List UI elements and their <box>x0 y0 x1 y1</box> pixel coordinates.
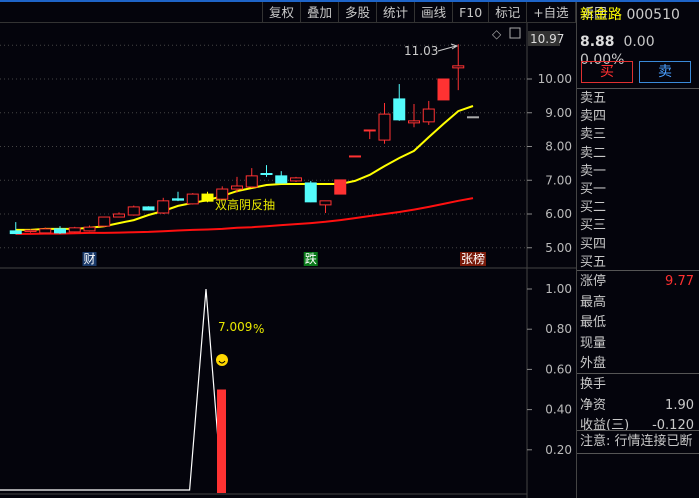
signal-text: 双高阴反抽 <box>215 197 275 212</box>
candle-body <box>39 228 52 234</box>
candle-body <box>437 78 450 101</box>
stat-row: 外盘 <box>580 355 699 373</box>
candle-body <box>304 182 317 203</box>
stock-change: 0.00 <box>623 34 655 50</box>
indicator-bar <box>217 389 226 493</box>
candle-body <box>393 98 406 121</box>
candle-body <box>319 200 332 206</box>
diamond-icon: ◇ <box>492 27 502 41</box>
candle-body <box>231 185 243 190</box>
indicator-tick-label: 0.40 <box>545 403 572 417</box>
orderbook-buy-1: 买一 <box>580 182 607 197</box>
candle-body <box>68 227 81 233</box>
price-tick-label: 9.00 <box>545 106 572 120</box>
candle-body <box>113 213 125 218</box>
orderbook-buy-3: 买三 <box>580 218 607 234</box>
stat-label: 最低 <box>580 315 607 330</box>
stat-label: 换手 <box>580 377 607 392</box>
panel-toggle-icon <box>509 27 521 39</box>
candle-body <box>9 230 22 235</box>
candle-body <box>201 193 214 202</box>
stock-price: 8.88 <box>580 34 615 50</box>
stat-row: 涨停 9.77 <box>580 273 699 291</box>
stat-row: 最高 <box>580 294 699 312</box>
candle-body <box>290 177 302 182</box>
marker-text: 财 <box>83 252 95 266</box>
candle-body <box>24 229 37 233</box>
indicator-tick-label: 0.80 <box>545 322 572 336</box>
candle-body <box>275 175 288 184</box>
stat-row: 最低 <box>580 314 699 332</box>
connection-notice: 注意: 行情连接已断 <box>580 434 693 449</box>
candle-body <box>349 155 361 158</box>
candle-body <box>452 65 465 69</box>
stat-row: 净资 1.90 <box>580 397 699 415</box>
candle-body <box>54 228 66 234</box>
orderbook-buy-2: 买二 <box>580 200 607 216</box>
candle-body <box>408 120 420 124</box>
stock-name: 新金路 <box>580 7 622 23</box>
current-price-label: 10.97 <box>530 32 564 46</box>
indicator-value: 7.009 <box>218 320 252 334</box>
kline-chart[interactable]: 10.00 9.00 8.00 7.00 6.00 5.00 10.97 ◇ 11.03 双高阴反… <box>0 0 577 498</box>
candle-body <box>172 198 184 201</box>
stat-label: 净资 <box>580 397 607 413</box>
stat-row: 换手 <box>580 376 699 394</box>
candle-body <box>334 179 347 195</box>
price-tick-label: 7.00 <box>545 173 572 187</box>
marker-text: 跌 <box>305 251 317 266</box>
price-tick-label: 8.00 <box>545 140 572 154</box>
indicator-unit: % <box>253 322 264 336</box>
marker-text: 张榜 <box>461 251 485 266</box>
orderbook-sell-4: 卖二 <box>580 145 607 161</box>
indicator-tick-label: 1.00 <box>545 282 572 296</box>
sell-button[interactable]: 卖 <box>639 61 691 83</box>
candle-body <box>157 200 170 214</box>
candle-body <box>83 226 96 232</box>
buy-button[interactable]: 买 <box>581 61 633 83</box>
stat-label: 现量 <box>580 335 607 351</box>
candle-body <box>378 113 391 141</box>
indicator-line <box>0 288 223 491</box>
stat-value: 9.77 <box>665 274 694 289</box>
candle-body <box>363 129 376 132</box>
candle-body <box>186 193 199 205</box>
orderbook-buy-4: 买四 <box>580 236 607 252</box>
price-tick-label: 10.00 <box>538 72 572 86</box>
stat-row: 现量 <box>580 335 699 353</box>
candle-body <box>98 216 111 227</box>
indicator-tick-label: 0.60 <box>545 362 572 376</box>
candle-body <box>127 206 140 216</box>
price-tick-label: 5.00 <box>545 241 572 255</box>
orderbook-sell-3: 卖三 <box>580 127 607 143</box>
orderbook-sell-1: 卖五 <box>580 91 607 106</box>
high-annotation: 11.03 <box>404 44 438 58</box>
stat-label: 外盘 <box>580 356 607 371</box>
smiley-icon <box>216 354 228 366</box>
indicator-tick-label: 0.20 <box>545 443 572 457</box>
candle-body <box>422 108 435 123</box>
quote-panel: 新金路 000510 8.88 0.00 0.00% 买 卖 卖五卖四卖三卖二卖… <box>576 2 699 498</box>
candle-body <box>467 116 479 119</box>
candle-body <box>260 173 273 175</box>
candle-body <box>142 206 155 211</box>
price-tick-label: 6.00 <box>545 207 572 221</box>
stat-label: 涨停 <box>580 274 607 289</box>
orderbook-sell-5: 卖一 <box>580 163 607 179</box>
stock-title: 新金路 000510 <box>580 6 699 24</box>
stock-price-row: 8.88 0.00 0.00% <box>580 33 699 68</box>
orderbook-sell-2: 卖四 <box>580 109 607 125</box>
stock-code: 000510 <box>626 7 680 23</box>
stat-label: 最高 <box>580 294 607 310</box>
candle-body <box>245 175 258 188</box>
stat-value: 1.90 <box>665 397 694 413</box>
